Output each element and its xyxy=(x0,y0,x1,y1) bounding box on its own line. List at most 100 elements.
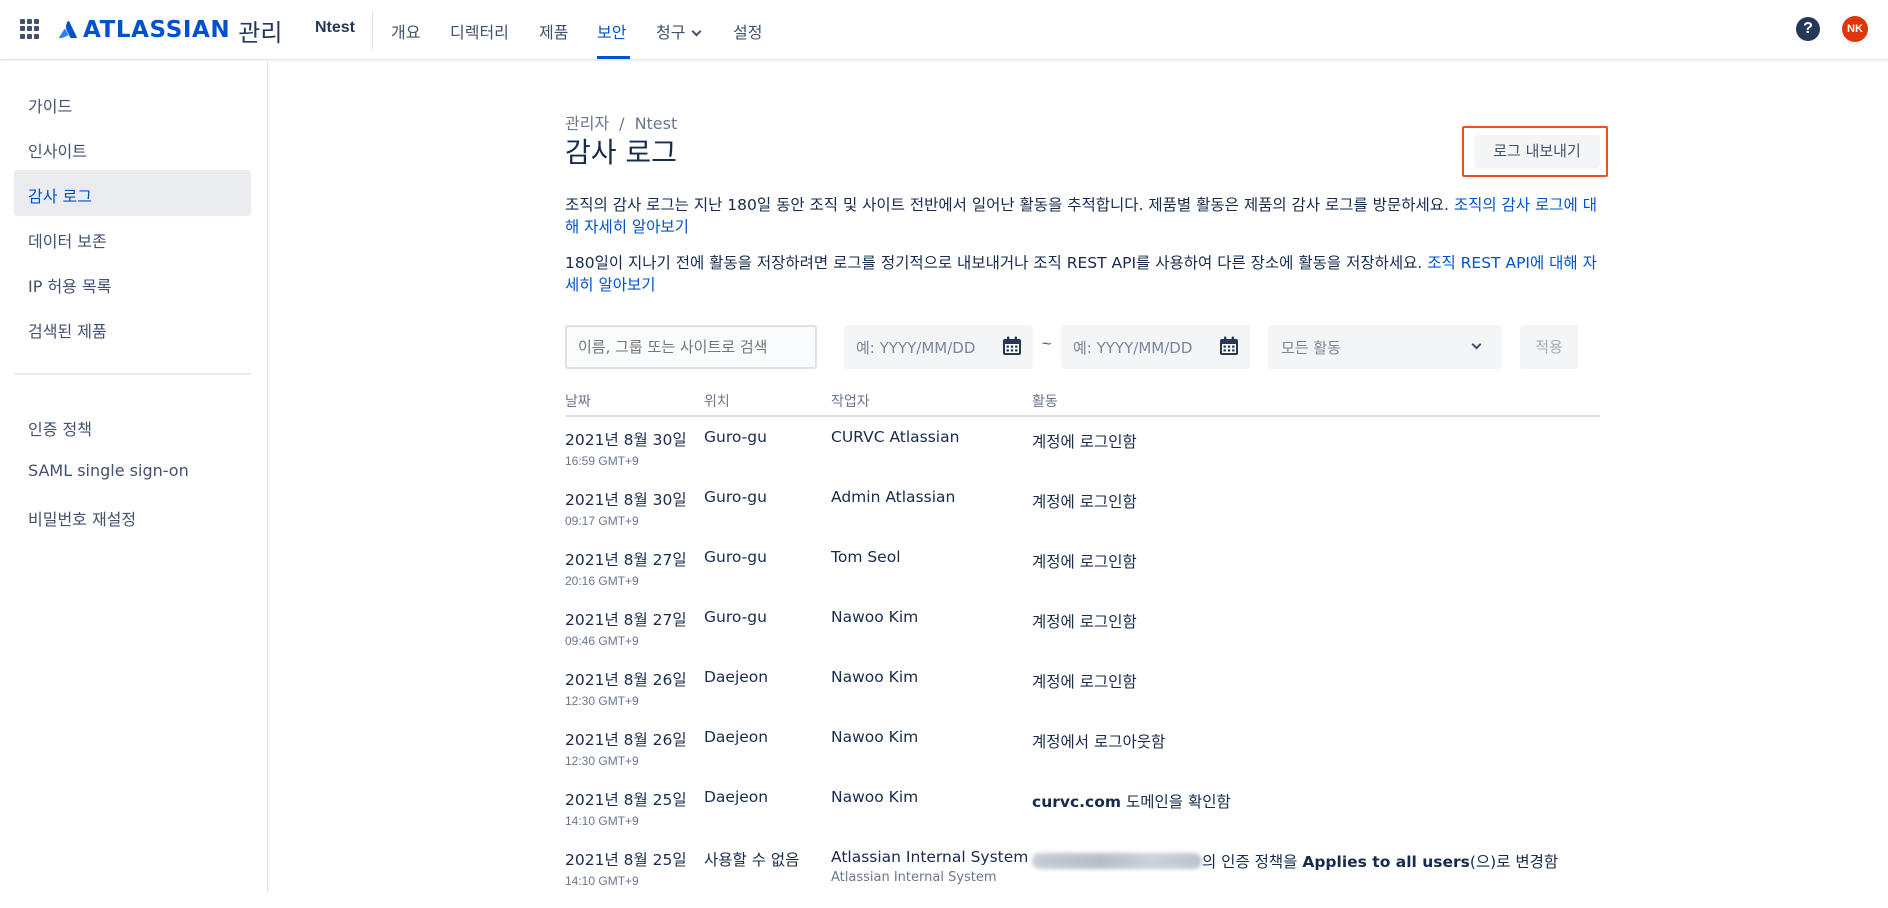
table-row: 2021년 8월 26일 12:30 GMT+9 Daejeon Nawoo Ki… xyxy=(565,728,1600,788)
date-to-placeholder: 예: YYYY/MM/DD xyxy=(1073,339,1193,357)
nav-products[interactable]: 제품 xyxy=(539,19,568,43)
row-actor[interactable]: Atlassian Internal System Atlassian Inter… xyxy=(831,848,1028,885)
export-log-button[interactable]: 로그 내보내기 xyxy=(1474,135,1600,168)
row-time: 09:46 GMT+9 xyxy=(565,634,639,648)
row-activity-policy: Applies to all users xyxy=(1302,853,1470,871)
row-time: 20:16 GMT+9 xyxy=(565,574,639,588)
row-location: Guro-gu xyxy=(704,608,767,626)
row-time: 09:17 GMT+9 xyxy=(565,514,639,528)
row-location: Guro-gu xyxy=(704,548,767,566)
sidebar-item-ip-allowlist[interactable]: IP 허용 목록 xyxy=(14,260,251,306)
row-date-text: 2021년 8월 30일 xyxy=(565,431,687,449)
row-actor[interactable]: Nawoo Kim xyxy=(831,788,918,806)
row-date: 2021년 8월 26일 12:30 GMT+9 xyxy=(565,728,687,768)
row-location: Daejeon xyxy=(704,668,769,686)
row-actor[interactable]: CURVC Atlassian xyxy=(831,428,959,446)
chevron-down-icon xyxy=(692,26,702,37)
redacted-email xyxy=(1032,853,1202,869)
row-activity: 계정에 로그인함 xyxy=(1032,493,1137,511)
activity-type-select[interactable]: 모든 활동 xyxy=(1268,325,1502,369)
help-icon[interactable]: ? xyxy=(1796,17,1820,41)
column-header-actor[interactable]: 작업자 xyxy=(831,391,870,411)
row-date-text: 2021년 8월 25일 xyxy=(565,791,687,809)
row-date: 2021년 8월 27일 20:16 GMT+9 xyxy=(565,548,687,588)
row-time: 12:30 GMT+9 xyxy=(565,754,639,768)
row-activity: 계정에 로그인함 xyxy=(1032,433,1137,451)
row-date: 2021년 8월 26일 12:30 GMT+9 xyxy=(565,668,687,708)
product-name: 관리 xyxy=(238,18,283,47)
nav-overview[interactable]: 개요 xyxy=(391,19,420,43)
sidebar-item-password-reset[interactable]: 비밀번호 재설정 xyxy=(14,493,251,539)
atlassian-logo[interactable]: ATLASSIAN 관리 xyxy=(58,15,283,47)
row-location: Guro-gu xyxy=(704,428,767,446)
search-input[interactable] xyxy=(565,325,817,369)
sidebar-item-insights[interactable]: 인사이트 xyxy=(14,125,251,171)
row-location: Daejeon xyxy=(704,728,769,746)
row-time: 12:30 GMT+9 xyxy=(565,694,639,708)
row-actor[interactable]: Nawoo Kim xyxy=(831,608,918,626)
apply-button[interactable]: 적용 xyxy=(1520,325,1578,369)
avatar[interactable]: NK xyxy=(1842,16,1868,42)
row-date: 2021년 8월 25일 14:10 GMT+9 xyxy=(565,848,687,888)
table-header-divider xyxy=(565,415,1600,417)
nav-security[interactable]: 보안 xyxy=(597,19,626,43)
nav-divider xyxy=(372,10,373,50)
table-row: 2021년 8월 27일 20:16 GMT+9 Guro-gu Tom Seol… xyxy=(565,548,1600,608)
row-activity: curvc.com 도메인을 확인함 xyxy=(1032,790,1231,812)
row-activity: 계정에 로그인함 xyxy=(1032,673,1137,691)
row-date-text: 2021년 8월 27일 xyxy=(565,611,687,629)
date-from-field[interactable]: 예: YYYY/MM/DD xyxy=(844,325,1033,369)
nav-settings[interactable]: 설정 xyxy=(733,19,762,43)
column-header-date[interactable]: 날짜 xyxy=(565,391,591,411)
table-row: 2021년 8월 30일 09:17 GMT+9 Guro-gu Admin At… xyxy=(565,488,1600,548)
top-nav: ATLASSIAN 관리 Ntest 개요 디렉터리 제품 보안 청구 설정 ?… xyxy=(0,0,1888,60)
row-date: 2021년 8월 30일 09:17 GMT+9 xyxy=(565,488,687,528)
nav-billing[interactable]: 청구 xyxy=(656,19,702,43)
page-title: 감사 로그 xyxy=(565,136,677,169)
row-location: 사용할 수 없음 xyxy=(704,851,800,869)
row-activity-text: 도메인을 확인함 xyxy=(1121,793,1231,811)
date-from-placeholder: 예: YYYY/MM/DD xyxy=(856,339,976,357)
row-location: Daejeon xyxy=(704,788,769,806)
date-to-field[interactable]: 예: YYYY/MM/DD xyxy=(1061,325,1250,369)
row-date-text: 2021년 8월 27일 xyxy=(565,551,687,569)
row-date: 2021년 8월 25일 14:10 GMT+9 xyxy=(565,788,687,828)
row-date: 2021년 8월 27일 09:46 GMT+9 xyxy=(565,608,687,648)
row-time: 14:10 GMT+9 xyxy=(565,814,639,828)
table-row: 2021년 8월 25일 14:10 GMT+9 Daejeon Nawoo Ki… xyxy=(565,788,1600,848)
row-date-text: 2021년 8월 26일 xyxy=(565,731,687,749)
sidebar-item-audit-log[interactable]: 감사 로그 xyxy=(14,170,251,216)
calendar-icon[interactable] xyxy=(1001,335,1023,357)
nav-directory[interactable]: 디렉터리 xyxy=(450,19,509,43)
brand-name: ATLASSIAN xyxy=(83,17,231,43)
active-nav-indicator xyxy=(597,56,630,59)
sidebar-item-saml-sso[interactable]: SAML single sign-on xyxy=(14,448,251,494)
nav-billing-label: 청구 xyxy=(656,23,686,42)
row-actor[interactable]: Nawoo Kim xyxy=(831,668,918,686)
description-paragraph: 조직의 감사 로그는 지난 180일 동안 조직 및 사이트 전반에서 일어난 … xyxy=(565,194,1605,238)
table-row: 2021년 8월 26일 12:30 GMT+9 Daejeon Nawoo Ki… xyxy=(565,668,1600,728)
row-time: 14:10 GMT+9 xyxy=(565,874,639,888)
sidebar-item-discovered-products[interactable]: 검색된 제품 xyxy=(14,305,251,351)
row-time: 16:59 GMT+9 xyxy=(565,454,639,468)
table-row: 2021년 8월 25일 14:10 GMT+9 사용할 수 없음 Atlassi… xyxy=(565,848,1600,908)
row-actor[interactable]: Admin Atlassian xyxy=(831,488,955,506)
app-switcher-icon[interactable] xyxy=(20,19,40,39)
sidebar: 가이드 인사이트 감사 로그 데이터 보존 IP 허용 목록 검색된 제품 인증… xyxy=(0,61,268,892)
row-activity-pre: 의 인증 정책을 xyxy=(1202,853,1303,871)
sidebar-divider xyxy=(14,373,251,375)
calendar-icon[interactable] xyxy=(1218,335,1240,357)
sidebar-item-data-retention[interactable]: 데이터 보존 xyxy=(14,215,251,261)
sidebar-item-auth-policies[interactable]: 인증 정책 xyxy=(14,403,251,449)
chevron-down-icon xyxy=(1471,339,1482,350)
row-date-text: 2021년 8월 25일 xyxy=(565,851,687,869)
row-actor[interactable]: Nawoo Kim xyxy=(831,728,918,746)
retention-text: 180일이 지나기 전에 활동을 저장하려면 로그를 정기적으로 내보내거나 조… xyxy=(565,254,1428,272)
retention-paragraph: 180일이 지나기 전에 활동을 저장하려면 로그를 정기적으로 내보내거나 조… xyxy=(565,252,1605,296)
row-actor[interactable]: Tom Seol xyxy=(831,548,901,566)
column-header-activity[interactable]: 활동 xyxy=(1032,391,1058,411)
description-text: 조직의 감사 로그는 지난 180일 동안 조직 및 사이트 전반에서 일어난 … xyxy=(565,196,1454,214)
column-header-location[interactable]: 위치 xyxy=(704,391,730,411)
sidebar-item-guide[interactable]: 가이드 xyxy=(14,80,251,126)
org-name[interactable]: Ntest xyxy=(315,19,355,37)
